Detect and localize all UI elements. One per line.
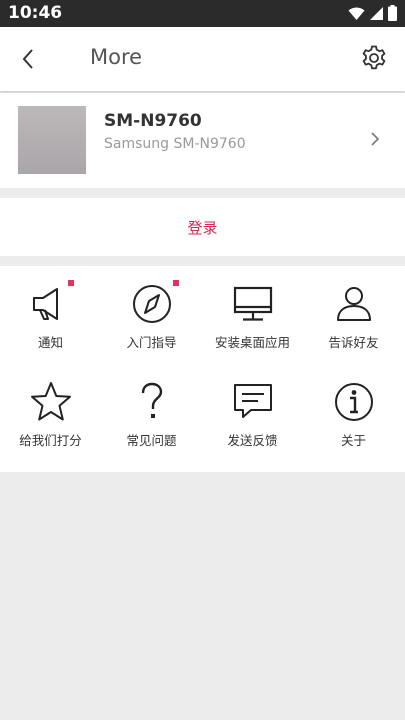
megaphone-icon	[29, 280, 74, 326]
device-card[interactable]: SM-N9760 Samsung SM-N9760	[0, 93, 405, 188]
device-name: SM-N9760	[104, 111, 202, 131]
notification-badge	[172, 280, 179, 286]
grid-label: 入门指导	[126, 335, 177, 350]
wifi-icon	[348, 6, 365, 20]
grid-label: 通知	[37, 335, 63, 350]
star-icon	[29, 380, 73, 424]
grid-item-faq[interactable]: 常见问题	[101, 380, 202, 450]
grid-item-install-desktop-app[interactable]: 安装桌面应用	[202, 282, 303, 352]
status-icons	[348, 5, 397, 21]
chevron-right-icon	[371, 132, 380, 146]
gear-icon	[362, 45, 386, 70]
grid-item-getting-started[interactable]: 入门指导	[101, 280, 202, 352]
info-icon	[332, 380, 376, 424]
grid-label: 安装桌面应用	[214, 335, 290, 350]
grid-item-tell-friends[interactable]: 告诉好友	[303, 282, 404, 352]
app-bar: More	[0, 27, 405, 91]
grid-item-send-feedback[interactable]: 发送反馈	[202, 380, 303, 450]
cellular-signal-icon	[370, 6, 383, 20]
grid-label: 关于	[340, 433, 366, 448]
device-model: Samsung SM-N9760	[104, 136, 246, 152]
grid-item-notifications[interactable]: 通知	[0, 280, 101, 352]
login-card: 登录	[0, 198, 405, 256]
grid-label: 常见问题	[126, 433, 177, 448]
page-title: More	[90, 45, 143, 69]
notification-badge	[67, 280, 74, 286]
status-bar: 10:46	[0, 0, 405, 27]
question-mark-icon	[130, 380, 174, 424]
grid-label: 告诉好友	[328, 335, 379, 350]
grid-item-about[interactable]: 关于	[303, 380, 404, 450]
back-button[interactable]	[12, 43, 44, 75]
compass-icon	[130, 280, 179, 326]
settings-button[interactable]	[357, 41, 391, 75]
chat-bubble-icon	[231, 380, 275, 424]
grid-label: 发送反馈	[227, 433, 278, 448]
device-thumbnail	[18, 106, 86, 174]
login-button[interactable]: 登录	[187, 217, 217, 238]
feature-grid: 通知 入门指导 安装桌面应用 告诉好友 给我们打分 常见问题 发送反馈 关于	[0, 266, 405, 472]
battery-icon	[388, 5, 397, 21]
person-icon	[332, 282, 376, 326]
desktop-monitor-icon	[231, 282, 275, 326]
back-arrow-icon	[22, 49, 33, 69]
grid-item-rate-us[interactable]: 给我们打分	[0, 380, 101, 450]
grid-label: 给我们打分	[19, 433, 82, 448]
status-time: 10:46	[8, 3, 63, 23]
